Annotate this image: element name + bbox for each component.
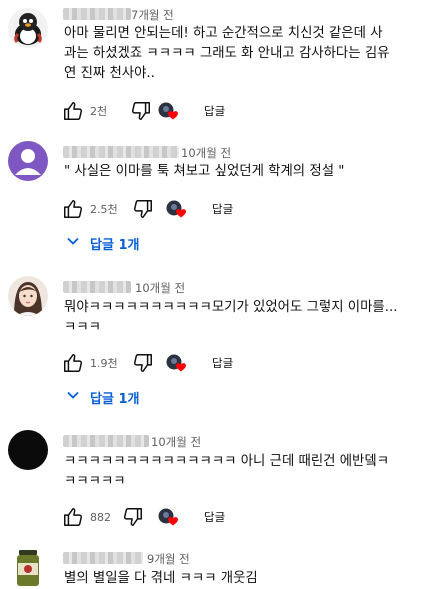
action-bar: 2.5천 답글 bbox=[62, 197, 302, 221]
like-button[interactable]: 882 bbox=[62, 505, 111, 529]
timestamp[interactable]: 7개월 전 bbox=[131, 7, 174, 23]
view-replies-button[interactable]: 답글 1개 bbox=[66, 386, 139, 408]
dislike-button[interactable] bbox=[130, 99, 152, 123]
dislike-button[interactable] bbox=[132, 351, 154, 375]
comment-text-line: 뭐야ㅋㅋㅋㅋㅋㅋㅋㅋㅋㅋ모기가 있었어도 그렇지 이마를... bbox=[64, 300, 398, 315]
avatar[interactable] bbox=[8, 8, 48, 48]
chevron-down-icon bbox=[66, 234, 90, 252]
thumbs-up-icon bbox=[62, 100, 84, 122]
timestamp[interactable]: 10개월 전 bbox=[135, 280, 185, 296]
creator-heart-icon bbox=[166, 199, 188, 221]
comment-text: 별의 별일을 다 겪네 ㅋㅋㅋ 개웃김 bbox=[64, 571, 258, 586]
view-replies-label: 답글 1개 bbox=[90, 237, 140, 253]
reply-label: 답글 bbox=[204, 510, 226, 524]
avatar[interactable] bbox=[8, 430, 48, 470]
reply-label: 답글 bbox=[212, 202, 234, 216]
view-replies-label: 답글 1개 bbox=[90, 391, 140, 407]
reply-button[interactable]: 답글 bbox=[212, 351, 233, 375]
reply-button[interactable]: 답글 bbox=[204, 505, 225, 529]
like-count: 1.9천 bbox=[90, 357, 118, 370]
action-bar: 882 답글 bbox=[62, 505, 302, 529]
creator-heart-icon bbox=[166, 353, 188, 375]
author-name[interactable] bbox=[63, 552, 143, 564]
comment-header: 10개월 전 bbox=[63, 435, 263, 449]
avatar[interactable] bbox=[8, 276, 48, 316]
creator-heart-icon bbox=[158, 101, 180, 123]
like-button[interactable]: 2천 bbox=[62, 99, 107, 123]
dislike-button[interactable] bbox=[132, 197, 154, 221]
avatar[interactable] bbox=[8, 548, 48, 588]
like-count: 882 bbox=[90, 510, 111, 524]
view-replies-button[interactable]: 답글 1개 bbox=[66, 232, 139, 254]
thumbs-up-icon bbox=[62, 506, 84, 528]
like-count: 2천 bbox=[90, 105, 108, 118]
thumbs-up-icon bbox=[62, 198, 84, 220]
comment-text-line: ㅋㅋㅋ bbox=[64, 320, 101, 335]
thumbs-down-icon bbox=[122, 506, 144, 528]
avatar[interactable] bbox=[8, 141, 48, 181]
thumbs-down-icon bbox=[132, 352, 154, 374]
thumbs-down-icon bbox=[130, 100, 152, 122]
thumbs-up-icon bbox=[62, 352, 84, 374]
comment-header: 10개월 전 bbox=[63, 146, 263, 160]
action-bar: 2천 답글 bbox=[62, 99, 302, 123]
timestamp[interactable]: 10개월 전 bbox=[181, 145, 231, 161]
thumbs-down-icon bbox=[132, 198, 154, 220]
author-name[interactable] bbox=[63, 8, 131, 20]
dislike-button[interactable] bbox=[122, 505, 144, 529]
chevron-down-icon bbox=[66, 388, 90, 406]
comment-text: " 사실은 이마를 툭 쳐보고 싶었던게 학계의 정설 " bbox=[64, 164, 345, 179]
comment-text-line: ㅋㅋㅋㅋㅋ bbox=[64, 474, 126, 489]
reply-label: 답글 bbox=[204, 104, 226, 118]
author-name[interactable] bbox=[63, 281, 131, 293]
timestamp[interactable]: 9개월 전 bbox=[147, 551, 190, 567]
comment-text-line: 연 진짜 천사야.. bbox=[64, 66, 155, 81]
action-bar: 1.9천 답글 bbox=[62, 351, 302, 375]
comment-header: 9개월 전 bbox=[63, 552, 263, 566]
reply-button[interactable]: 답글 bbox=[212, 197, 233, 221]
like-count: 2.5천 bbox=[90, 203, 118, 216]
author-name[interactable] bbox=[63, 435, 149, 447]
timestamp[interactable]: 10개월 전 bbox=[151, 434, 201, 450]
creator-heart-icon bbox=[158, 507, 180, 529]
comment-header: 7개월 전 bbox=[63, 8, 263, 22]
author-name[interactable] bbox=[63, 146, 179, 158]
reply-button[interactable]: 답글 bbox=[204, 99, 225, 123]
comment-text-line: 과는 하셨겠죠 ㅋㅋㅋㅋ 그래도 화 안내고 감사하다는 김유 bbox=[64, 46, 390, 61]
comment-header: 10개월 전 bbox=[63, 281, 263, 295]
like-button[interactable]: 1.9천 bbox=[62, 351, 118, 375]
reply-label: 답글 bbox=[212, 356, 234, 370]
like-button[interactable]: 2.5천 bbox=[62, 197, 118, 221]
comment-text-line: ㅋㅋㅋㅋㅋㅋㅋㅋㅋㅋㅋㅋㅋㅋ 아니 근데 때린건 에반뎈ㅋ bbox=[64, 454, 390, 469]
comment-text-line: 아마 물리면 안되는데! 하고 순간적으로 치신것 같은데 사 bbox=[64, 26, 383, 41]
